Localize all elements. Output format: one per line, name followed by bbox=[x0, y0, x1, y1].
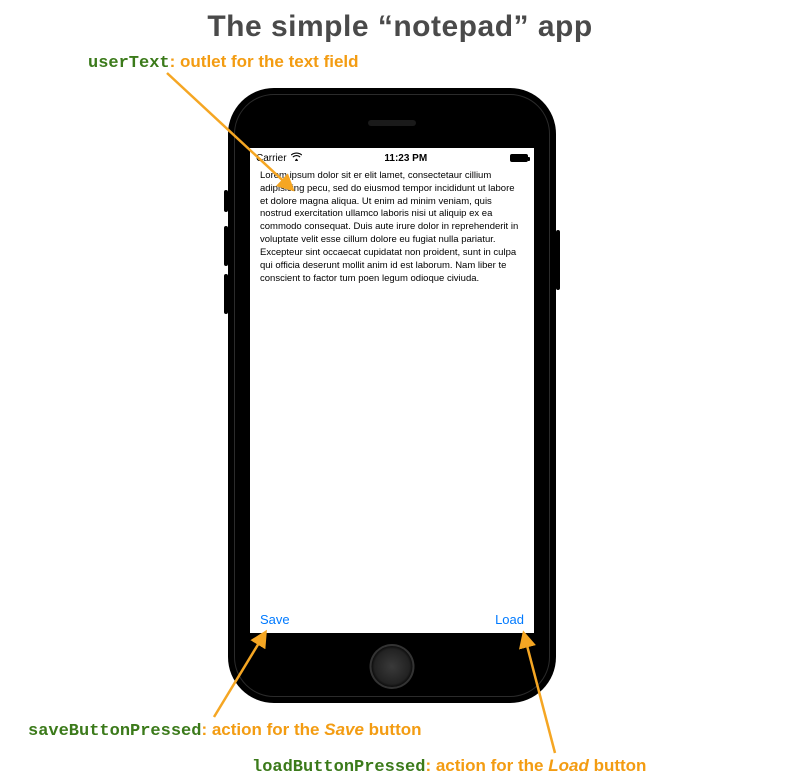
status-time: 11:23 PM bbox=[384, 153, 427, 164]
callout-colon: : bbox=[425, 756, 435, 775]
callout-name: saveButtonPressed bbox=[28, 722, 201, 741]
save-button[interactable]: Save bbox=[260, 612, 290, 627]
user-text-field[interactable]: Lorem ipsum dolor sit er elit lamet, con… bbox=[250, 166, 534, 285]
callout-name: userText bbox=[88, 54, 170, 73]
mute-switch bbox=[224, 190, 228, 212]
load-button[interactable]: Load bbox=[495, 612, 524, 627]
callout-desc: action for the Save button bbox=[212, 720, 422, 739]
phone-device: Carrier 11:23 PM Lorem ipsum dolor sit e… bbox=[228, 88, 556, 703]
status-bar: Carrier 11:23 PM bbox=[250, 148, 534, 166]
callout-colon: : bbox=[201, 720, 211, 739]
page-title: The simple “notepad” app bbox=[0, 10, 800, 44]
volume-down-button bbox=[224, 274, 228, 314]
phone-speaker bbox=[368, 120, 416, 126]
volume-up-button bbox=[224, 226, 228, 266]
bottom-toolbar: Save Load bbox=[250, 612, 534, 627]
wifi-icon bbox=[291, 152, 302, 164]
callout-name: loadButtonPressed bbox=[252, 758, 425, 777]
battery-icon bbox=[510, 154, 528, 162]
callout-load: loadButtonPressed: action for the Load b… bbox=[252, 756, 646, 777]
power-button bbox=[556, 230, 560, 290]
carrier-label: Carrier bbox=[256, 153, 287, 164]
phone-screen: Carrier 11:23 PM Lorem ipsum dolor sit e… bbox=[250, 148, 534, 633]
callout-desc: action for the Load button bbox=[436, 756, 647, 775]
callout-desc: outlet for the text field bbox=[180, 52, 359, 71]
callout-save: saveButtonPressed: action for the Save b… bbox=[28, 720, 422, 741]
callout-colon: : bbox=[170, 52, 180, 71]
home-button[interactable] bbox=[370, 644, 415, 689]
callout-usertext: userText: outlet for the text field bbox=[88, 52, 359, 73]
